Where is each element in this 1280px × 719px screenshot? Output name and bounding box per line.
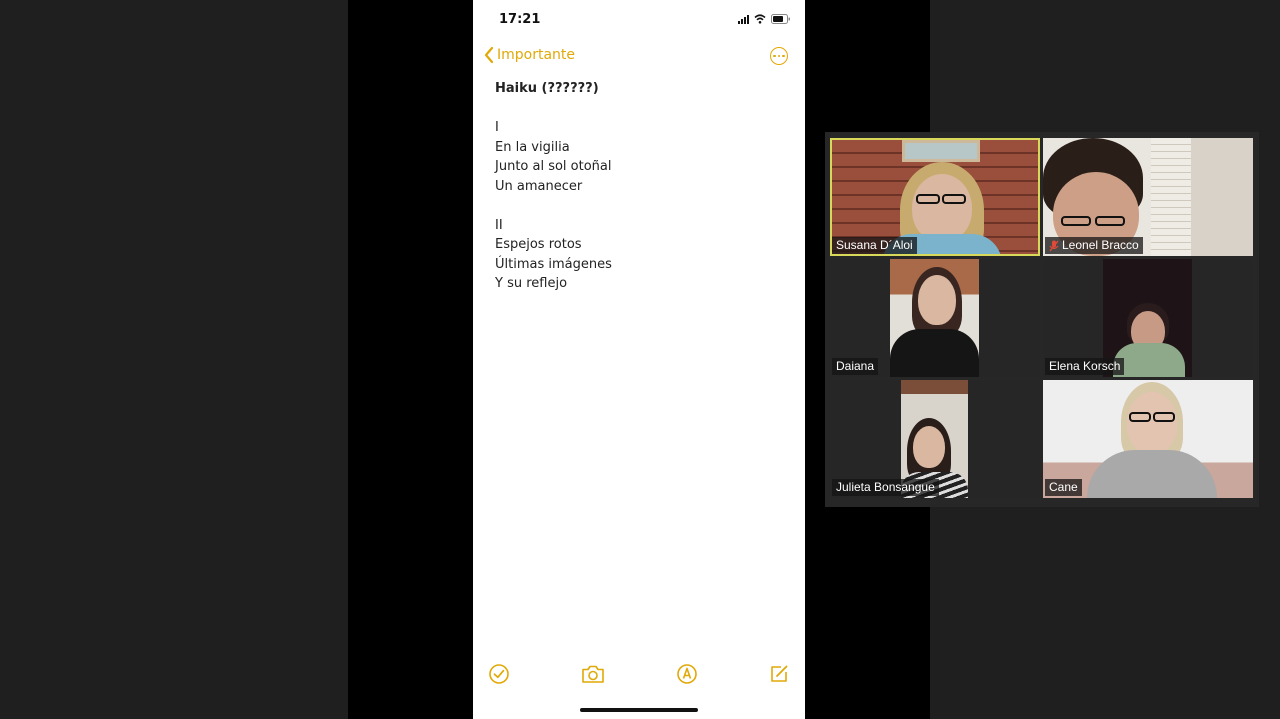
more-options-icon[interactable] bbox=[770, 47, 788, 65]
note-line: Espejos rotos bbox=[495, 237, 582, 252]
compose-icon[interactable] bbox=[767, 662, 791, 686]
wifi-icon bbox=[754, 14, 766, 24]
signal-icon bbox=[738, 14, 749, 24]
note-line: I bbox=[495, 120, 499, 135]
participant-tile[interactable]: Leonel Bracco bbox=[1043, 138, 1253, 256]
participant-tile[interactable]: Cane bbox=[1043, 380, 1253, 498]
participant-name: Cane bbox=[1049, 480, 1078, 494]
markup-icon[interactable] bbox=[675, 662, 699, 686]
participant-name: Elena Korsch bbox=[1049, 359, 1121, 373]
participant-name-tag: Julieta Bonsangue bbox=[832, 479, 939, 496]
stanza: I En la vigilia Junto al sol otoñal Un a… bbox=[495, 118, 785, 196]
participant-name-tag: Daiana bbox=[832, 358, 879, 375]
participant-name-tag: Cane bbox=[1045, 479, 1082, 496]
participant-tile[interactable]: Susana D´Aloi bbox=[830, 138, 1040, 256]
camera-icon[interactable] bbox=[581, 662, 605, 686]
notes-toolbar bbox=[473, 662, 805, 688]
battery-icon bbox=[771, 14, 790, 24]
participant-tile[interactable]: Julieta Bonsangue bbox=[830, 380, 1040, 498]
note-line: Y su reflejo bbox=[495, 276, 568, 291]
participant-tile[interactable]: Elena Korsch bbox=[1043, 259, 1253, 377]
note-line: Un amanecer bbox=[495, 178, 583, 194]
participant-name: Leonel Bracco bbox=[1062, 238, 1139, 252]
home-indicator bbox=[580, 708, 698, 712]
note-line: Últimas imágenes bbox=[495, 256, 612, 272]
checklist-icon[interactable] bbox=[487, 662, 511, 686]
participant-name-tag: Susana D´Aloi bbox=[832, 237, 917, 254]
participant-name: Julieta Bonsangue bbox=[836, 480, 935, 494]
stanza: II Espejos rotos Últimas imágenes Y su r… bbox=[495, 216, 785, 294]
status-icons bbox=[738, 12, 791, 26]
back-button[interactable]: Importante bbox=[483, 46, 575, 64]
chevron-left-icon bbox=[484, 46, 494, 64]
note-title: Haiku (??????) bbox=[495, 81, 599, 96]
participant-tile[interactable]: Daiana bbox=[830, 259, 1040, 377]
phone-screen: 17:21 Importante Haiku (??????) I En la … bbox=[473, 0, 805, 719]
note-line: Junto al sol otoñal bbox=[495, 159, 612, 174]
status-time: 17:21 bbox=[499, 12, 541, 27]
video-gallery: Susana D´Aloi Leonel Bracco Daiana Elena… bbox=[825, 132, 1259, 507]
note-line: II bbox=[495, 217, 503, 233]
note-body[interactable]: Haiku (??????) I En la vigilia Junto al … bbox=[495, 79, 785, 313]
participant-name: Daiana bbox=[836, 359, 875, 373]
mic-muted-icon bbox=[1049, 240, 1059, 251]
back-label: Importante bbox=[497, 47, 576, 63]
participant-name-tag: Elena Korsch bbox=[1045, 358, 1125, 375]
note-line: En la vigilia bbox=[495, 139, 570, 155]
participant-name-tag: Leonel Bracco bbox=[1045, 237, 1143, 254]
participant-name: Susana D´Aloi bbox=[836, 238, 913, 252]
video-feed bbox=[890, 259, 979, 377]
